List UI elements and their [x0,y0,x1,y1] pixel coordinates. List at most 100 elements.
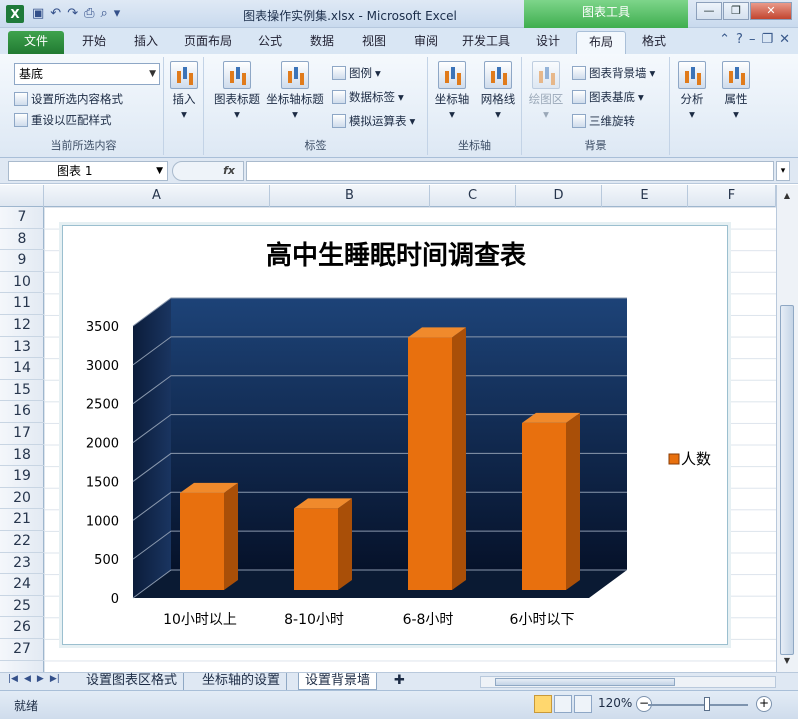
row-header[interactable]: 20 [0,488,44,510]
tab-design[interactable]: 设计 [526,31,570,54]
bar-front [522,422,566,590]
data-table-button[interactable]: 模拟运算表 ▾ [332,113,415,129]
page-layout-view-button[interactable] [554,695,572,713]
sheet-tab-background-wall[interactable]: 设置背景墙 [298,673,378,690]
next-sheet-icon[interactable]: ▶ [37,674,44,684]
expand-formula-bar-icon[interactable]: ▾ [776,161,790,181]
minimize-button[interactable]: — [696,2,722,20]
chart-floor-button[interactable]: 图表基底 ▾ [572,89,644,105]
tab-view[interactable]: 视图 [352,31,396,54]
normal-view-button[interactable] [534,695,552,713]
undo-icon[interactable]: ↶ [50,6,61,21]
tab-review[interactable]: 审阅 [404,31,448,54]
column-header-c[interactable]: C [430,185,516,207]
zoom-level[interactable]: 120% [598,696,632,710]
row-header[interactable]: 14 [0,358,44,380]
row-header[interactable]: 27 [0,639,44,661]
column-header-f[interactable]: F [688,185,776,207]
gridlines-button[interactable]: 网格线 ▾ [474,61,522,121]
restore-button[interactable]: ❐ [723,2,749,20]
properties-button[interactable]: 属性 ▾ [707,61,765,121]
row-header[interactable]: 10 [0,272,44,294]
column-header-a[interactable]: A [44,185,270,207]
row-header[interactable]: 11 [0,293,44,315]
row-header[interactable]: 9 [0,250,44,272]
row-header[interactable]: 23 [0,553,44,575]
doc-minimize-icon[interactable]: – [749,32,756,47]
tab-home[interactable]: 开始 [72,31,116,54]
row-header[interactable]: 21 [0,509,44,531]
row-header[interactable]: 17 [0,423,44,445]
tab-formulas[interactable]: 公式 [248,31,292,54]
name-box[interactable]: 图表 1 ▼ [8,161,168,181]
row-header[interactable]: 25 [0,596,44,618]
plot-area-button[interactable]: 绘图区 ▾ [522,61,570,121]
row-header[interactable]: 16 [0,401,44,423]
axes-button[interactable]: 坐标轴 ▾ [428,61,476,121]
last-sheet-icon[interactable]: ▶| [50,674,60,684]
close-button[interactable]: ✕ [750,2,792,20]
chart-object[interactable]: 高中生睡眠时间调查表 0 500 1000 1500 2000 2500 3000 3500 10… [62,225,728,645]
horizontal-scroll-thumb[interactable] [495,678,675,686]
chart-title-button[interactable]: 图表标题 ▾ [208,61,266,121]
tab-developer[interactable]: 开发工具 [454,31,518,54]
zoom-slider[interactable] [648,704,748,706]
column-header-d[interactable]: D [516,185,602,207]
redo-icon[interactable]: ↷ [67,6,78,21]
doc-close-icon[interactable]: ✕ [779,32,790,47]
zoom-in-button[interactable]: + [756,696,772,712]
data-labels-button[interactable]: 数据标签 ▾ [332,89,404,105]
tab-file[interactable]: 文件 [8,31,64,54]
reset-style-button[interactable]: 重设以匹配样式 [14,112,112,128]
row-header[interactable]: 26 [0,617,44,639]
sheet-tab-chart-area-format[interactable]: 设置图表区格式 [80,673,185,690]
vertical-scroll-thumb[interactable] [780,305,794,655]
3d-rotation-button[interactable]: 三维旋转 [572,113,635,129]
row-header[interactable]: 19 [0,466,44,488]
tab-format[interactable]: 格式 [632,31,676,54]
customize-qat-icon[interactable]: ▾ [114,6,121,21]
page-break-view-button[interactable] [574,695,592,713]
scroll-up-icon[interactable]: ▲ [780,189,794,203]
y-tick-label: 1500 [86,475,119,490]
row-header[interactable]: 8 [0,229,44,251]
row-header[interactable]: 12 [0,315,44,337]
tab-page-layout[interactable]: 页面布局 [176,31,240,54]
scroll-down-icon[interactable]: ▼ [780,654,794,668]
prev-sheet-icon[interactable]: ◀ [24,674,31,684]
tab-layout[interactable]: 布局 [576,31,626,54]
insert-function-icon[interactable]: fx [172,161,244,181]
row-header[interactable]: 22 [0,531,44,553]
row-header[interactable]: 13 [0,337,44,359]
tab-data[interactable]: 数据 [300,31,344,54]
preview-icon[interactable]: ⌕ [101,6,108,21]
plot-area-icon [532,61,560,89]
format-selection-button[interactable]: 设置所选内容格式 [14,91,123,107]
print-icon[interactable]: ⎙ [84,6,94,21]
help-icon[interactable]: ? [736,32,743,47]
column-header-b[interactable]: B [270,185,430,207]
first-sheet-icon[interactable]: |◀ [8,674,18,684]
chart-elements-combo[interactable]: 基底 ▼ [14,63,160,85]
column-chart-3d[interactable]: 高中生睡眠时间调查表 0 500 1000 1500 2000 2500 3000 3500 10… [63,226,729,646]
formula-input[interactable] [246,161,774,181]
save-icon[interactable]: ▣ [32,6,44,21]
chart-wall-button[interactable]: 图表背景墙 ▾ [572,65,655,81]
select-all-corner[interactable] [0,185,44,207]
row-header[interactable]: 7 [0,207,44,229]
zoom-slider-thumb[interactable] [704,697,710,711]
horizontal-scrollbar[interactable] [480,676,776,688]
row-header[interactable]: 18 [0,445,44,467]
row-header[interactable]: 15 [0,380,44,402]
sheet-tab-axis-settings[interactable]: 坐标轴的设置 [196,673,288,690]
legend-button[interactable]: 图例 ▾ [332,65,381,81]
vertical-scrollbar[interactable]: ▲ ▼ [776,185,798,672]
insert-sheet-icon[interactable]: ✚ [388,673,411,690]
row-header[interactable]: 24 [0,574,44,596]
doc-restore-icon[interactable]: ❐ [761,32,773,47]
minimize-ribbon-icon[interactable]: ⌃ [719,32,730,47]
bar-front [294,508,338,590]
axis-title-button[interactable]: 坐标轴标题 ▾ [264,61,326,121]
tab-insert[interactable]: 插入 [124,31,168,54]
column-header-e[interactable]: E [602,185,688,207]
